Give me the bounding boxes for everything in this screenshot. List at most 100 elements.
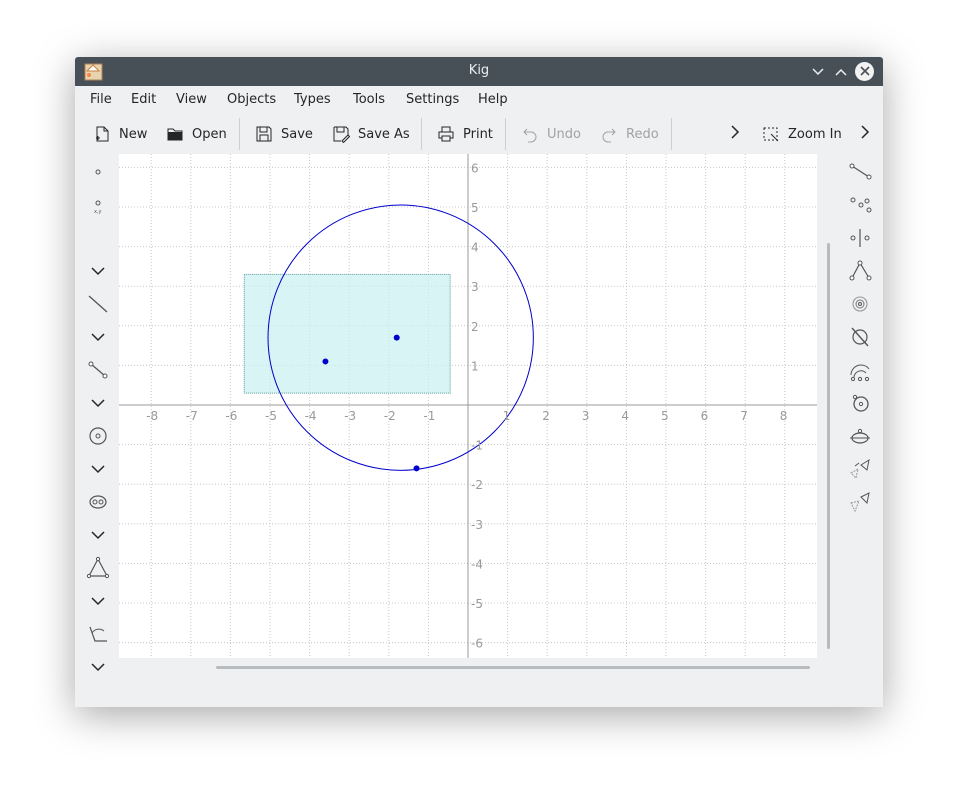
y-tick-label: 6	[471, 161, 479, 175]
menu-settings[interactable]: Settings	[406, 92, 459, 107]
chevron-down-icon[interactable]	[83, 522, 113, 548]
triangle-icon[interactable]	[83, 555, 113, 581]
x-tick-label: -3	[344, 409, 356, 423]
ray-icon[interactable]	[845, 159, 875, 185]
printer-icon	[438, 126, 454, 142]
mirror-icon[interactable]	[845, 225, 875, 251]
open-button[interactable]: Open	[166, 120, 227, 148]
x-tick-label: 5	[661, 409, 669, 423]
point[interactable]	[322, 358, 329, 365]
line-icon[interactable]	[83, 291, 113, 317]
point[interactable]	[413, 465, 420, 472]
chevron-down-icon[interactable]	[83, 654, 113, 680]
menu-view[interactable]: View	[176, 92, 207, 107]
circle-center-icon[interactable]	[845, 390, 875, 416]
y-tick-label: -6	[471, 637, 483, 651]
horizontal-scrollbar[interactable]	[216, 666, 810, 669]
undo-button[interactable]: Undo	[521, 120, 581, 148]
title-bar: Kig	[75, 57, 883, 86]
x-tick-label: 8	[780, 409, 788, 423]
toolbar-overflow-chevron-icon[interactable]	[730, 124, 740, 143]
x-tick-label: -8	[146, 409, 158, 423]
folder-open-icon	[167, 128, 183, 141]
points-icon[interactable]	[845, 192, 875, 218]
ellipse-icon[interactable]	[845, 423, 875, 449]
zoom-in-button[interactable]: Zoom In	[762, 120, 842, 148]
x-tick-label: -4	[305, 409, 317, 423]
print-button[interactable]: Print	[437, 120, 493, 148]
polygon-icon[interactable]	[845, 258, 875, 284]
segment-icon[interactable]	[83, 357, 113, 383]
x-tick-label: 3	[582, 409, 590, 423]
spiral-icon[interactable]	[845, 291, 875, 317]
save-label: Save	[281, 126, 313, 142]
svg-text:x,y: x,y	[94, 209, 102, 215]
circle-icon[interactable]	[83, 423, 113, 449]
open-label: Open	[192, 126, 227, 142]
main-toolbar: New Open Save Save As Print Undo Redo Zo…	[75, 114, 883, 154]
menu-objects[interactable]: Objects	[227, 92, 276, 107]
maximize-button[interactable]	[831, 62, 850, 81]
redo-icon	[602, 128, 616, 143]
x-tick-label: -2	[384, 409, 396, 423]
conic-icon[interactable]	[83, 489, 113, 515]
y-tick-label: -3	[471, 518, 483, 532]
rotate-icon[interactable]	[845, 489, 875, 515]
menu-types[interactable]: Types	[294, 92, 331, 107]
point[interactable]	[393, 334, 400, 341]
save-as-icon	[333, 126, 350, 143]
drawing-canvas[interactable]: -9-8-7-6-5-4-3-2-112345678654321-1-2-3-4…	[119, 154, 817, 658]
x-tick-label: 4	[621, 409, 629, 423]
zoom-in-label: Zoom In	[788, 126, 842, 142]
vertical-scrollbar[interactable]	[827, 243, 830, 649]
menu-tools[interactable]: Tools	[353, 92, 385, 107]
point-icon[interactable]	[83, 159, 113, 185]
x-tick-label: -6	[225, 409, 237, 423]
toolbar-separator	[239, 118, 240, 150]
redo-label: Redo	[626, 126, 659, 142]
point-by-coords-icon[interactable]: x,y	[83, 192, 113, 218]
save-as-label: Save As	[358, 126, 410, 142]
angle-icon[interactable]	[83, 621, 113, 647]
y-tick-label: 5	[471, 201, 479, 215]
chevron-down-icon[interactable]	[83, 324, 113, 350]
save-button[interactable]: Save	[255, 120, 313, 148]
chevron-down-icon[interactable]	[83, 258, 113, 284]
toolbar-separator	[421, 118, 422, 150]
chevron-down-icon[interactable]	[83, 456, 113, 482]
y-tick-label: -5	[471, 597, 483, 611]
menu-help[interactable]: Help	[478, 92, 508, 107]
toolbar-overflow-chevron-icon[interactable]	[860, 124, 870, 143]
y-tick-label: -2	[471, 478, 483, 492]
redo-button[interactable]: Redo	[600, 120, 659, 148]
geometry-plot[interactable]: -9-8-7-6-5-4-3-2-112345678654321-1-2-3-4…	[119, 154, 817, 658]
zoom-select-icon	[763, 127, 779, 142]
y-tick-label: -4	[471, 557, 483, 571]
minimize-button[interactable]	[808, 62, 827, 81]
menu-edit[interactable]: Edit	[131, 92, 156, 107]
close-button[interactable]	[855, 62, 874, 81]
right-object-toolbar	[845, 154, 875, 534]
undo-icon	[523, 128, 537, 143]
menu-file[interactable]: File	[90, 92, 112, 107]
y-tick-label: 4	[471, 241, 479, 255]
y-tick-label: -1	[471, 439, 483, 453]
x-tick-label: -1	[423, 409, 435, 423]
new-document-icon	[96, 126, 109, 142]
arcs-icon[interactable]	[845, 357, 875, 383]
kig-window: Kig File Edit View Objects Types Tools S…	[75, 57, 883, 707]
filled-rectangle[interactable]	[243, 273, 451, 394]
undo-label: Undo	[547, 126, 581, 142]
save-as-button[interactable]: Save As	[332, 120, 410, 148]
no-ellipse-icon[interactable]	[845, 324, 875, 350]
x-tick-label: 1	[503, 409, 511, 423]
menu-bar: File Edit View Objects Types Tools Setti…	[75, 86, 883, 114]
x-tick-label: 2	[542, 409, 550, 423]
chevron-down-icon[interactable]	[83, 390, 113, 416]
translate-icon[interactable]	[845, 456, 875, 482]
print-label: Print	[463, 126, 493, 142]
x-tick-label: -7	[186, 409, 198, 423]
y-tick-label: 3	[471, 280, 479, 294]
chevron-down-icon[interactable]	[83, 588, 113, 614]
new-button[interactable]: New	[93, 120, 147, 148]
